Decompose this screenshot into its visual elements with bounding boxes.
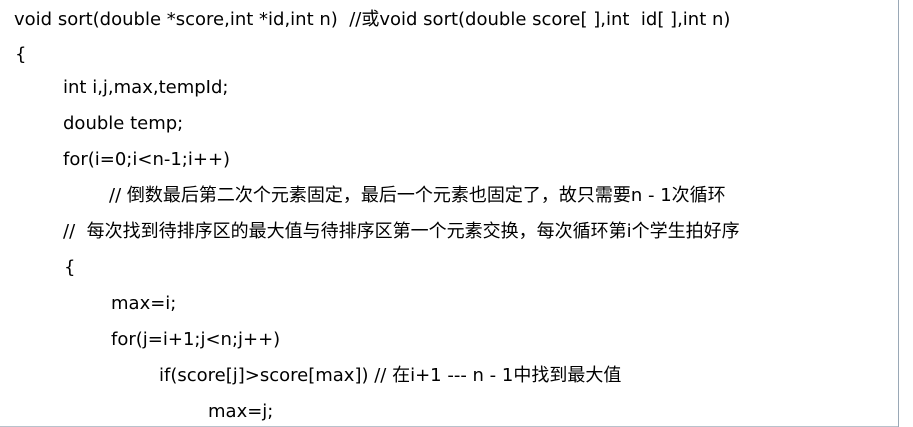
- code-line-open-brace: {: [15, 44, 27, 65]
- code-line-double-declaration: double temp;: [63, 113, 184, 134]
- code-line-max-update: max=j;: [208, 401, 274, 422]
- code-line-if-compare: if(score[j]>score[max]) // 在i+1 --- n - …: [159, 365, 622, 386]
- page-edge-divider: [898, 0, 899, 427]
- code-line-int-declaration: int i,j,max,tempId;: [63, 77, 229, 98]
- code-line-comment-swap: // 每次找到待排序区的最大值与待排序区第一个元素交换，每次循环第i个学生拍好序: [63, 221, 740, 242]
- code-line-inner-for: for(j=i+1;j<n;j++): [111, 329, 281, 350]
- code-line-inner-open-brace: {: [64, 257, 76, 278]
- code-document: void sort(double *score,int *id,int n) /…: [0, 0, 900, 427]
- code-line-function-signature: void sort(double *score,int *id,int n) /…: [14, 9, 731, 30]
- code-line-outer-for: for(i=0;i<n-1;i++): [63, 149, 231, 170]
- code-line-max-assign: max=i;: [111, 293, 177, 314]
- code-line-comment-loop-count: // 倒数最后第二次个元素固定，最后一个元素也固定了，故只需要n - 1次循环: [109, 185, 726, 206]
